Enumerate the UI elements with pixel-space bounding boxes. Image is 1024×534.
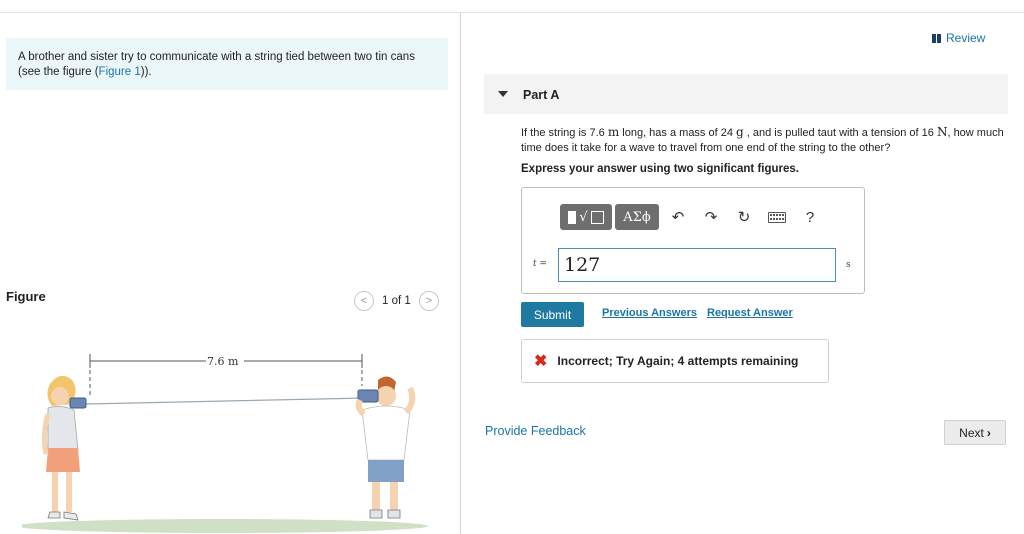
keyboard-icon (768, 211, 786, 223)
question-part-2: long, has a mass of 24 (619, 127, 737, 139)
intro-text-end: )). (140, 66, 152, 78)
length-label: 7.6 m (207, 355, 239, 368)
review-link[interactable]: Review (932, 31, 985, 45)
provide-feedback-link[interactable]: Provide Feedback (485, 424, 586, 438)
answer-input[interactable]: 127 (558, 248, 836, 282)
math-toolbar: √ ΑΣϕ ↶ ↷ ↻ ? (560, 204, 824, 230)
redo-icon: ↷ (704, 209, 718, 226)
intro-text-body: A brother and sister try to communicate … (18, 51, 415, 78)
unit-n: N (936, 125, 948, 139)
prev-figure-button[interactable]: < (354, 291, 374, 311)
question-part-3: , and is pulled taut with a tension of 1… (743, 127, 937, 139)
question-part-1: If the string is 7.6 (521, 127, 608, 139)
reset-button[interactable]: ↻ (730, 204, 758, 230)
unit-g: g (736, 125, 744, 139)
undo-icon: ↶ (671, 209, 685, 226)
chevron-left-icon: < (360, 295, 368, 307)
undo-button[interactable]: ↶ (664, 204, 692, 230)
string (85, 397, 367, 405)
radical-template-icon: √ (568, 210, 604, 225)
ground (16, 519, 428, 533)
figure-heading: Figure (6, 289, 46, 304)
answer-box: √ ΑΣϕ ↶ ↷ ↻ ? t = 127 s (521, 187, 865, 294)
review-label: Review (946, 31, 986, 45)
help-button[interactable]: ? (796, 204, 824, 230)
figure-link[interactable]: Figure 1 (99, 66, 141, 78)
keyboard-button[interactable] (763, 204, 791, 230)
request-answer-link[interactable]: Request Answer (707, 307, 793, 319)
intro-text: A brother and sister try to communicate … (6, 38, 448, 90)
pager-label: 1 of 1 (382, 295, 411, 307)
next-button[interactable]: Next › (944, 420, 1006, 445)
greek-symbols-button[interactable]: ΑΣϕ (615, 204, 659, 230)
next-figure-button[interactable]: > (418, 291, 439, 311)
instruction-text: Express your answer using two significan… (521, 163, 799, 175)
variable-label: t = (533, 259, 548, 269)
previous-answers-link[interactable]: Previous Answers (602, 307, 697, 319)
figure-pager: < 1 of 1 > (354, 291, 439, 311)
incorrect-x-icon: ✖ (534, 353, 548, 370)
top-border (0, 12, 1024, 13)
boy-figure (355, 376, 416, 519)
submit-button[interactable]: Submit (521, 302, 584, 327)
reset-icon: ↻ (737, 209, 751, 226)
feedback-box: ✖ Incorrect; Try Again; 4 attempts remai… (521, 339, 829, 383)
part-a-header[interactable]: Part A (484, 74, 1008, 114)
chevron-right-icon: › (986, 425, 991, 440)
next-label: Next (959, 425, 984, 440)
part-title: Part A (523, 88, 560, 102)
figure-illustration: 7.6 m (16, 340, 452, 534)
girl-figure (41, 375, 87, 521)
redo-button[interactable]: ↷ (697, 204, 725, 230)
chevron-right-icon: > (425, 295, 432, 307)
answer-unit: s (846, 260, 851, 270)
pane-divider[interactable] (460, 12, 461, 534)
question-text: If the string is 7.6 m long, has a mass … (521, 125, 1011, 156)
collapse-triangle-icon (498, 91, 508, 97)
unit-m: m (607, 125, 620, 139)
feedback-message: Incorrect; Try Again; 4 attempts remaini… (557, 354, 799, 368)
review-bars-icon (932, 33, 941, 43)
templates-button[interactable]: √ (560, 204, 612, 230)
